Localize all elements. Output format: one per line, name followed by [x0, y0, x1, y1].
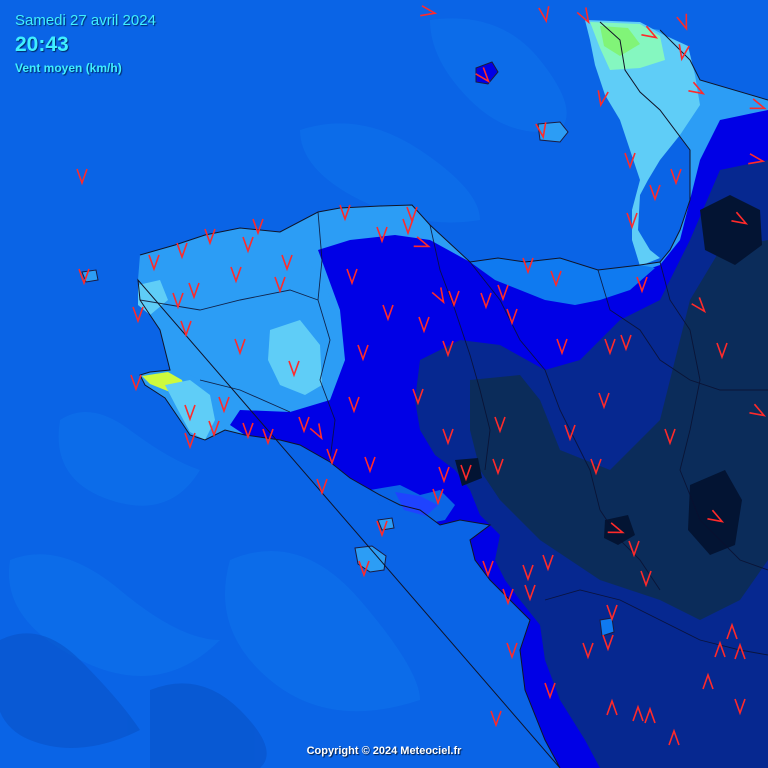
copyright: Copyright © 2024 Meteociel.fr — [306, 745, 462, 757]
wind-map — [0, 0, 768, 768]
map-header: Samedi 27 avril 2024 20:43 Vent moyen (k… — [15, 12, 156, 76]
forecast-time: 20:43 — [15, 33, 69, 56]
metric-label: Vent moyen (km/h) — [15, 61, 122, 75]
forecast-date: Samedi 27 avril 2024 — [15, 12, 156, 29]
